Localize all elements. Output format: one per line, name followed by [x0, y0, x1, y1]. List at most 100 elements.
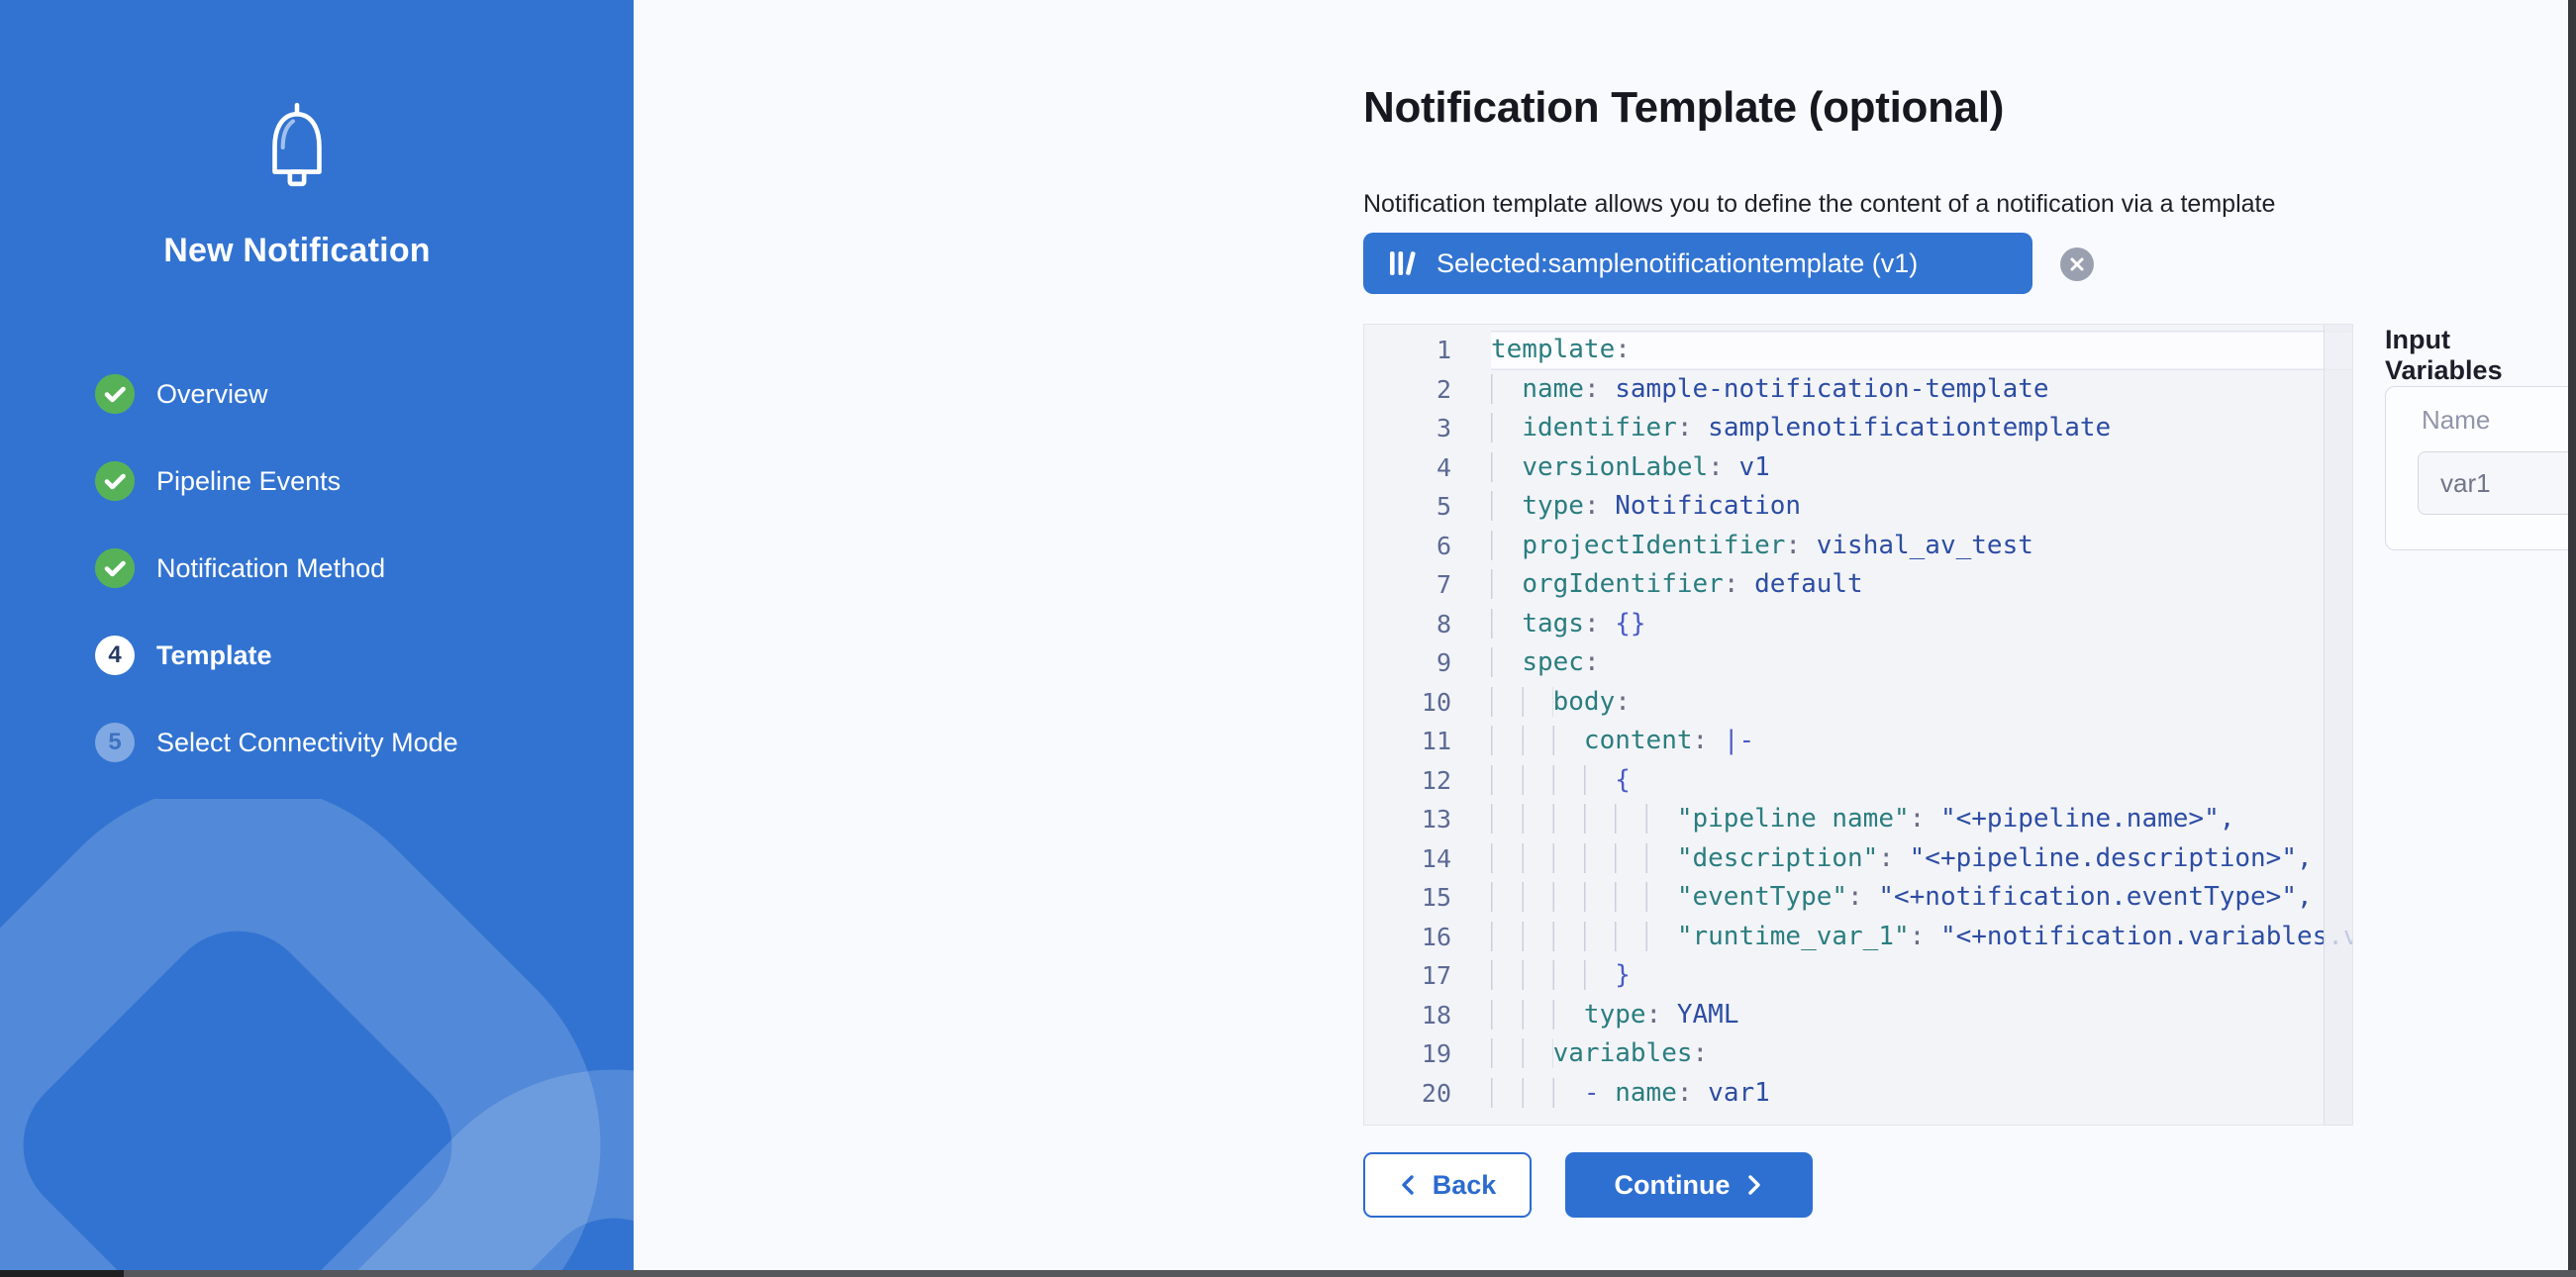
- template-library-icon: [1385, 246, 1421, 281]
- variable-name-field[interactable]: [2418, 451, 2576, 515]
- line-number: 5: [1364, 487, 1451, 527]
- line-number: 6: [1364, 527, 1451, 566]
- code-text: {: [1491, 761, 2352, 801]
- wizard-steps: Overview Pipeline Events Notification Meth…: [95, 372, 458, 808]
- sidebar-item-notification-method[interactable]: Notification Method: [95, 546, 458, 590]
- line-number: 11: [1364, 722, 1451, 761]
- step-number-badge: 4: [95, 636, 135, 675]
- code-line[interactable]: 4 versionLabel: v1: [1364, 448, 2352, 488]
- code-line[interactable]: 16 "runtime_var_1": "<+notification.vari…: [1364, 918, 2352, 957]
- code-line[interactable]: 2 name: sample-notification-template: [1364, 370, 2352, 410]
- window-edge-right: [2568, 0, 2576, 1277]
- yaml-editor[interactable]: 1template:2 name: sample-notification-te…: [1363, 324, 2353, 1126]
- code-text: body:: [1491, 683, 2352, 723]
- code-line[interactable]: 9 spec:: [1364, 643, 2352, 683]
- line-number: 19: [1364, 1034, 1451, 1074]
- chevron-left-icon: [1399, 1174, 1417, 1196]
- line-number: 17: [1364, 956, 1451, 996]
- step-number-badge: 5: [95, 723, 135, 762]
- remove-template-icon[interactable]: [2060, 247, 2094, 281]
- input-variables-card: Name Value: [2385, 386, 2576, 550]
- code-text: type: Notification: [1491, 487, 2352, 527]
- code-line[interactable]: 5 type: Notification: [1364, 487, 2352, 527]
- back-button-label: Back: [1433, 1170, 1497, 1201]
- line-number: 9: [1364, 643, 1451, 683]
- bell-icon: [0, 99, 594, 197]
- code-line[interactable]: 19 variables:: [1364, 1034, 2352, 1074]
- code-text: name: sample-notification-template: [1491, 370, 2352, 410]
- code-text: template:: [1491, 331, 2352, 370]
- page-description: Notification template allows you to defi…: [1363, 190, 2275, 219]
- selected-template-chip[interactable]: Selected:samplenotificationtemplate (v1): [1363, 233, 2032, 294]
- sidebar-item-label: Overview: [156, 379, 268, 410]
- continue-button[interactable]: Continue: [1565, 1152, 1813, 1218]
- code-text: variables:: [1491, 1034, 2352, 1074]
- code-text: content: |-: [1491, 722, 2352, 761]
- sidebar-item-label: Notification Method: [156, 553, 385, 584]
- sidebar-item-template[interactable]: 4 Template: [95, 634, 458, 677]
- code-text: tags: {}: [1491, 605, 2352, 644]
- code-text: orgIdentifier: default: [1491, 565, 2352, 605]
- back-button[interactable]: Back: [1363, 1152, 1532, 1218]
- code-line[interactable]: 3 identifier: samplenotificationtemplate: [1364, 409, 2352, 448]
- code-line[interactable]: 11 content: |-: [1364, 722, 2352, 761]
- code-line[interactable]: 10 body:: [1364, 683, 2352, 723]
- editor-scrollbar[interactable]: [2324, 325, 2352, 1125]
- sidebar-item-label: Template: [156, 640, 272, 671]
- window-edge-bottom: [0, 1270, 2576, 1277]
- code-line[interactable]: 7 orgIdentifier: default: [1364, 565, 2352, 605]
- line-number: 10: [1364, 683, 1451, 723]
- wizard-sidebar: New Notification Overview Pipeline Events…: [0, 0, 634, 1277]
- name-column-header: Name: [2422, 405, 2490, 436]
- input-variables-heading: Input Variables: [2385, 325, 2568, 386]
- code-text: projectIdentifier: vishal_av_test: [1491, 527, 2352, 566]
- code-line[interactable]: 1template:: [1364, 331, 2352, 370]
- code-text: type: YAML: [1491, 996, 2352, 1035]
- page-title: Notification Template (optional): [1363, 83, 2004, 133]
- code-text: "runtime_var_1": "<+notification.variabl…: [1491, 918, 2352, 957]
- code-text: "pipeline name": "<+pipeline.name>",: [1491, 800, 2352, 839]
- code-text: versionLabel: v1: [1491, 448, 2352, 488]
- code-line[interactable]: 8 tags: {}: [1364, 605, 2352, 644]
- window-edge-bottom-dark: [0, 1270, 124, 1277]
- sidebar-item-select-connectivity-mode[interactable]: 5 Select Connectivity Mode: [95, 721, 458, 764]
- code-line[interactable]: 13 "pipeline name": "<+pipeline.name>",: [1364, 800, 2352, 839]
- code-text: spec:: [1491, 643, 2352, 683]
- line-number: 7: [1364, 565, 1451, 605]
- chevron-right-icon: [1745, 1174, 1763, 1196]
- check-circle-icon: [95, 461, 135, 501]
- harness-logo-watermark: [0, 799, 634, 1277]
- code-text: "eventType": "<+notification.eventType>"…: [1491, 878, 2352, 918]
- sidebar-item-overview[interactable]: Overview: [95, 372, 458, 416]
- new-notification-dialog: New Notification Overview Pipeline Events…: [0, 0, 2576, 1277]
- line-number: 4: [1364, 448, 1451, 488]
- check-circle-icon: [95, 548, 135, 588]
- code-line[interactable]: 14 "description": "<+pipeline.descriptio…: [1364, 839, 2352, 879]
- selected-template-label: Selected:samplenotificationtemplate (v1): [1437, 248, 1918, 279]
- sidebar-item-pipeline-events[interactable]: Pipeline Events: [95, 459, 458, 503]
- line-number: 2: [1364, 370, 1451, 410]
- line-number: 15: [1364, 878, 1451, 918]
- line-number: 16: [1364, 918, 1451, 957]
- code-text: identifier: samplenotificationtemplate: [1491, 409, 2352, 448]
- wizard-title: New Notification: [0, 232, 594, 270]
- code-line[interactable]: 15 "eventType": "<+notification.eventTyp…: [1364, 878, 2352, 918]
- code-line[interactable]: 18 type: YAML: [1364, 996, 2352, 1035]
- continue-button-label: Continue: [1615, 1170, 1731, 1201]
- line-number: 12: [1364, 761, 1451, 801]
- line-number: 3: [1364, 409, 1451, 448]
- sidebar-item-label: Select Connectivity Mode: [156, 728, 458, 758]
- line-number: 13: [1364, 800, 1451, 839]
- line-number: 18: [1364, 996, 1451, 1035]
- code-line[interactable]: 20 - name: var1: [1364, 1074, 2352, 1114]
- code-text: "description": "<+pipeline.description>"…: [1491, 839, 2352, 879]
- line-number: 8: [1364, 605, 1451, 644]
- dialog-main-panel: Notification Template (optional) Notific…: [634, 0, 2568, 1270]
- code-text: - name: var1: [1491, 1074, 2352, 1114]
- code-text: }: [1491, 956, 2352, 996]
- code-line[interactable]: 6 projectIdentifier: vishal_av_test: [1364, 527, 2352, 566]
- line-number: 14: [1364, 839, 1451, 879]
- code-line[interactable]: 12 {: [1364, 761, 2352, 801]
- code-line[interactable]: 17 }: [1364, 956, 2352, 996]
- line-number: 20: [1364, 1074, 1451, 1114]
